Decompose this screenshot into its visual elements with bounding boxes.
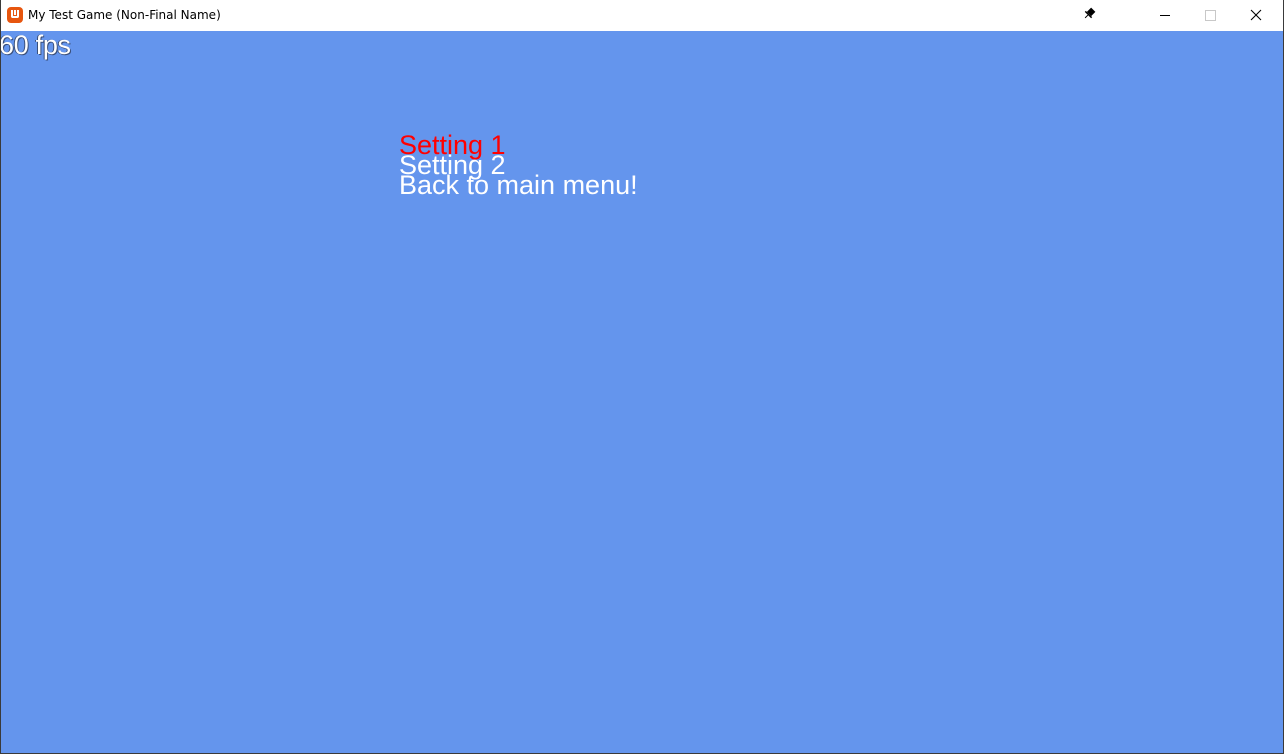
- window-title: My Test Game (Non-Final Name): [28, 8, 221, 22]
- close-button[interactable]: [1233, 0, 1279, 31]
- game-window: My Test Game (Non-Final Name) 60 fps Set…: [0, 0, 1284, 754]
- monogame-app-icon[interactable]: [7, 7, 23, 23]
- maximize-icon: [1205, 10, 1216, 21]
- close-icon: [1250, 9, 1262, 21]
- pin-button[interactable]: [1066, 0, 1112, 31]
- minimize-icon: [1160, 15, 1170, 16]
- minimize-button[interactable]: [1142, 0, 1188, 31]
- title-bar[interactable]: My Test Game (Non-Final Name): [1, 0, 1283, 31]
- game-viewport[interactable]: 60 fps Setting 1 Setting 2 Back to main …: [0, 30, 1283, 753]
- pin-icon: [1084, 7, 1096, 19]
- maximize-button[interactable]: [1187, 0, 1233, 31]
- menu-item-back-to-main-menu[interactable]: Back to main menu!: [399, 171, 638, 199]
- fps-counter: 60 fps: [0, 30, 71, 60]
